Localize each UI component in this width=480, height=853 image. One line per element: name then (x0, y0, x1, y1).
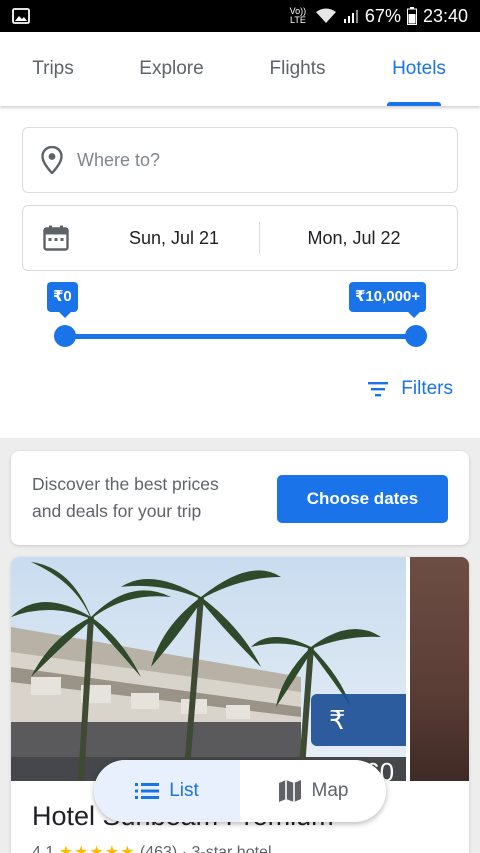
view-toggle: List Map (94, 760, 386, 822)
clock-time: 23:40 (422, 5, 468, 26)
battery-icon (406, 7, 417, 25)
filters-label: Filters (401, 378, 453, 399)
min-price-tag: ₹0 (47, 282, 78, 318)
hotel-rating: 4.1 (32, 844, 55, 853)
hotel-review-count: (463) (139, 844, 178, 853)
active-tab-indicator (387, 102, 441, 106)
choose-dates-button[interactable]: Choose dates (277, 475, 448, 523)
status-bar-right: Vo)) LTE 67% 23:40 (287, 6, 468, 27)
top-tab-bar: Trips Explore Flights Hotels (0, 32, 480, 106)
price-badge: ₹ 3,660 (311, 694, 406, 781)
tab-label: Trips (32, 58, 74, 79)
list-view-button[interactable]: List (94, 760, 240, 822)
signal-icon (343, 10, 358, 23)
tab-hotels[interactable]: Hotels (358, 32, 480, 106)
max-price-handle[interactable] (405, 325, 427, 347)
map-view-button[interactable]: Map (240, 760, 386, 822)
hotel-photo-secondary[interactable] (410, 557, 469, 781)
price-range-slider: ₹0 ₹10,000+ (0, 106, 480, 366)
gallery-icon (12, 8, 30, 24)
hotel-meta: 4.1 ★★★★★ (463) · 3-star hotel (32, 842, 272, 853)
wifi-icon (315, 8, 336, 23)
hotel-search-panel: Sun, Jul 21 Mon, Jul 22 ₹0 ₹10,000+ Filt… (0, 106, 480, 438)
max-price-tag: ₹10,000+ (349, 282, 427, 318)
min-price-handle[interactable] (54, 325, 76, 347)
hotel-class: · 3-star hotel (181, 844, 272, 853)
discover-card: Discover the best prices and deals for y… (11, 451, 469, 545)
network-type-label: Vo)) LTE (289, 6, 307, 25)
list-icon (135, 783, 160, 799)
discover-text: Discover the best prices and deals for y… (32, 474, 219, 521)
tab-trips[interactable]: Trips (0, 32, 106, 106)
filters-button[interactable]: Filters (367, 378, 453, 400)
tab-label: Flights (269, 58, 326, 79)
tab-label: Hotels (392, 58, 446, 79)
map-icon (278, 780, 301, 802)
tab-label: Explore (139, 58, 204, 79)
battery-percent: 67% (364, 5, 401, 26)
map-view-label: Map (311, 780, 349, 801)
star-rating-icon: ★★★★★ (58, 844, 136, 853)
filter-icon (368, 382, 389, 397)
status-bar-left (12, 8, 30, 24)
slider-track[interactable] (65, 334, 416, 339)
list-view-label: List (169, 780, 199, 801)
status-bar: Vo)) LTE 67% 23:40 (0, 0, 480, 32)
hotel-photo[interactable]: ₹ 3,660 (11, 557, 406, 781)
tab-flights[interactable]: Flights (237, 32, 358, 106)
tab-explore[interactable]: Explore (106, 32, 237, 106)
